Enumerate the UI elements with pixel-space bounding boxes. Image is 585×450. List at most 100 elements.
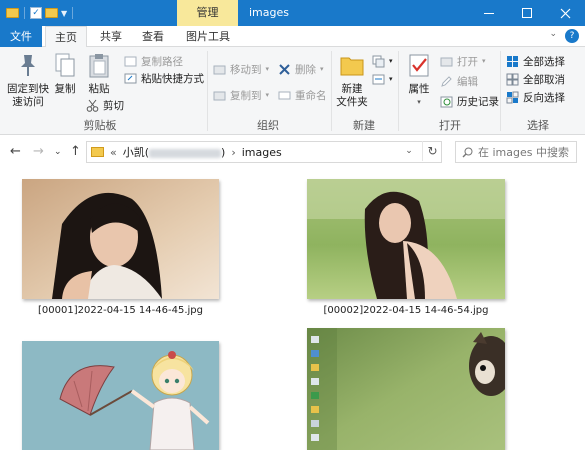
help-icon[interactable]: ? [565,29,579,43]
organize-group-label: 组织 [257,119,279,132]
pin-label: 固定到快 速访问 [7,83,49,108]
minimize-button[interactable] [470,0,508,26]
cut-button[interactable]: 剪切 [86,97,124,113]
breadcrumb-overflow[interactable]: « [110,146,117,159]
separator [500,51,501,131]
properties-button[interactable]: 属性 ▾ [404,51,434,109]
select-all-button[interactable]: 全部选择 [506,53,565,69]
edit-label: 编辑 [457,75,478,88]
maximize-icon [522,8,532,18]
address-bar[interactable]: « 小凯() › images [86,141,442,163]
refresh-icon[interactable]: ↻ [422,141,442,161]
breadcrumb-separator[interactable]: › [231,146,235,159]
customize-quick-access-icon[interactable]: ▼ [61,9,67,18]
breadcrumb-user[interactable]: 小凯() [123,144,226,160]
back-arrow-icon[interactable]: ← [10,144,21,159]
dropdown-arrow-icon: ▾ [389,75,393,83]
collapse-ribbon-icon[interactable]: ⌄ [549,29,557,43]
file-thumbnail[interactable] [22,179,219,299]
file-name[interactable]: [00001]2022-04-15 14-46-45.jpg [22,305,219,316]
paste-button[interactable]: 粘贴 [84,51,114,96]
rename-button[interactable]: 重命名 [278,87,327,103]
forward-arrow-icon[interactable]: → [33,144,44,159]
file-thumbnail[interactable] [307,179,505,299]
manage-context-tab[interactable]: 管理 [177,0,238,26]
file-thumbnail[interactable] [22,341,219,450]
tab-share[interactable]: 共享 [92,26,130,47]
window-title: images [249,6,289,19]
delete-x-icon [278,63,291,76]
search-placeholder: 在 images 中搜索 [478,146,569,159]
select-all-icon [506,55,519,68]
delete-button[interactable]: 删除 ▾ [278,61,324,77]
recent-locations-icon[interactable]: ⌄ [54,147,62,157]
tab-home[interactable]: 主页 [45,26,87,48]
move-to-button[interactable]: 移动到 ▾ [213,61,269,77]
copy-button[interactable]: 复制 [52,51,78,96]
file-thumbnail[interactable] [307,328,505,450]
copy-to-button[interactable]: 复制到 ▾ [213,87,269,103]
tab-file[interactable]: 文件 [0,26,42,47]
dropdown-arrow-icon: ▾ [265,65,270,73]
breadcrumb-current[interactable]: images [242,146,282,159]
move-to-icon [213,63,226,76]
scissors-icon [86,99,99,112]
desktop-screenshot-thumbnail-image [307,328,505,450]
separator [331,51,332,131]
dropdown-arrow-icon: ▾ [417,98,421,106]
file-list: [00001]2022-04-15 14-46-45.jpg [00002]20… [0,168,585,450]
up-arrow-icon[interactable]: ↑ [70,144,81,159]
invert-selection-button[interactable]: 反向选择 [506,89,565,105]
file-name[interactable]: [00002]2022-04-15 14-46-54.jpg [307,305,505,316]
tab-picture-tools[interactable]: 图片工具 [178,26,238,47]
edit-button[interactable]: 编辑 [440,73,478,89]
folder-icon [6,8,19,18]
paste-shortcut-button[interactable]: 粘贴快捷方式 [124,70,204,86]
copy-icon [51,51,79,79]
rename-icon [278,89,291,102]
maximize-button[interactable] [508,0,546,26]
delete-label: 删除 [295,63,316,76]
open-label: 打开 [457,55,478,68]
move-to-label: 移动到 [230,63,262,76]
tab-view[interactable]: 查看 [134,26,172,47]
pin-to-quick-access-button[interactable]: 固定到快 速访问 [6,51,50,109]
separator [398,51,399,131]
select-none-button[interactable]: 全部取消 [506,71,565,87]
history-icon [440,95,453,108]
history-button[interactable]: 历史记录 [440,93,499,109]
folder-icon [91,147,104,157]
open-group-label: 打开 [439,119,461,132]
copy-path-button[interactable]: 复制路径 [124,53,183,69]
open-button[interactable]: 打开 ▾ [440,53,486,69]
clipboard-group-label: 剪贴板 [83,119,117,132]
copy-path-icon [124,55,137,68]
photo-thumbnail-image [307,179,505,299]
easy-access-icon [372,73,385,86]
new-item-button[interactable]: ▾ [372,53,393,69]
rename-label: 重命名 [295,89,327,102]
copy-label: 复制 [54,83,76,95]
new-folder-button[interactable]: 新建 文件夹 [334,51,370,109]
photo-thumbnail-image [22,179,219,299]
copy-to-icon [213,89,226,102]
properties-label: 属性 [408,83,430,95]
new-folder-icon[interactable] [45,8,58,18]
close-button[interactable] [546,0,584,26]
dropdown-arrow-icon: ▾ [482,57,486,65]
properties-check-icon [405,51,433,79]
properties-icon[interactable]: ✓ [30,7,42,19]
search-box[interactable]: 在 images 中搜索 [455,141,577,163]
select-group-label: 选择 [527,119,549,132]
address-dropdown-icon[interactable]: ⌄ [401,141,417,161]
edit-icon [440,75,453,88]
new-item-icon [372,55,385,68]
separator [207,51,208,131]
dropdown-arrow-icon: ▾ [389,57,393,65]
easy-access-button[interactable]: ▾ [372,71,393,87]
copy-path-label: 复制路径 [141,55,183,68]
copy-to-label: 复制到 [230,89,262,102]
paste-label: 粘贴 [88,83,110,95]
cut-label: 剪切 [103,99,124,112]
paste-icon [85,51,113,79]
